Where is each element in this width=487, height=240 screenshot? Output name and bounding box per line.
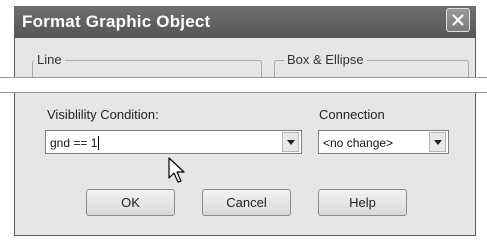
- close-icon: [452, 14, 464, 26]
- box-ellipse-group-label: Box & Ellipse: [284, 53, 367, 67]
- chevron-down-icon: [434, 140, 442, 145]
- connection-value: <no change>: [323, 136, 394, 150]
- dialog-title: Format Graphic Object: [22, 12, 211, 31]
- visibility-dropdown-button[interactable]: [282, 132, 299, 152]
- connection-label: Connection: [319, 107, 385, 122]
- text-caret: [98, 136, 100, 150]
- connection-select[interactable]: <no change>: [318, 130, 449, 154]
- visibility-condition-label: Visiblility Condition:: [47, 107, 159, 122]
- connection-dropdown-button[interactable]: [429, 132, 446, 152]
- cancel-button[interactable]: Cancel: [202, 189, 291, 216]
- mouse-pointer-icon: [168, 157, 185, 183]
- screenshot-gap: [0, 77, 487, 93]
- close-button[interactable]: [446, 8, 470, 32]
- ok-button[interactable]: OK: [86, 189, 175, 216]
- line-group-label: Line: [34, 53, 65, 67]
- help-button[interactable]: Help: [318, 189, 407, 216]
- gap-line-top: [0, 77, 487, 78]
- chevron-down-icon: [287, 140, 295, 145]
- gap-line-bottom: [0, 92, 487, 93]
- visibility-condition-value[interactable]: gnd == 1: [50, 136, 100, 150]
- visibility-condition-combo[interactable]: gnd == 1: [45, 130, 302, 154]
